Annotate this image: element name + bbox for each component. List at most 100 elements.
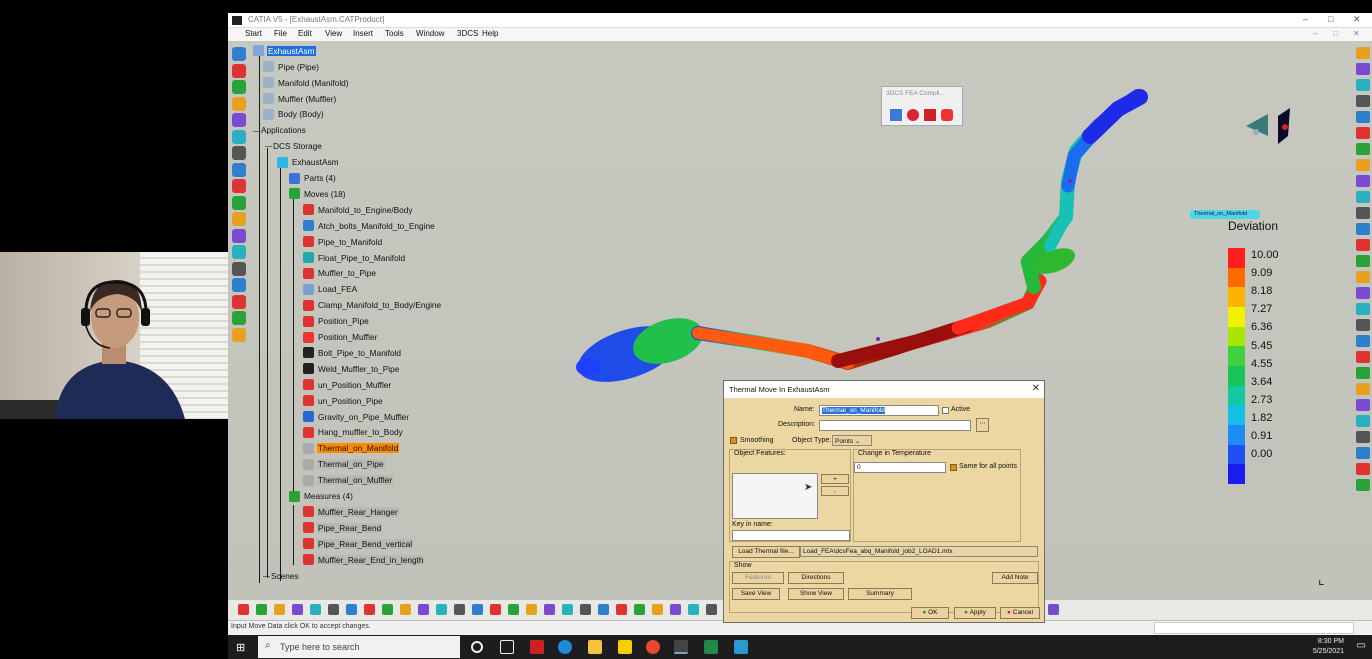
add-note-button[interactable]: Add Note [992,572,1038,584]
right-tool-icon[interactable] [1356,319,1370,331]
right-tool-icon[interactable] [1356,207,1370,219]
name-field[interactable]: Thermal_on_Manifold [819,405,939,416]
bottom-tool-icon[interactable] [472,604,483,615]
edge-icon[interactable] [558,640,572,654]
left-tool-icon[interactable] [232,113,246,127]
bottom-tool-icon[interactable] [652,604,663,615]
doc-restore-button[interactable]: □ [1333,29,1338,38]
right-tool-icon[interactable] [1356,383,1370,395]
left-tool-icon[interactable] [232,96,246,111]
tree-move[interactable]: Bolt_Pipe_to_Manifold [303,347,402,360]
left-tool-icon[interactable] [232,245,246,259]
bottom-tool-icon[interactable] [490,604,501,615]
windows-start-icon[interactable]: ⊞ [236,641,245,654]
bottom-tool-icon[interactable] [238,604,249,615]
tree-dcs-storage[interactable]: —DCS Storage [265,140,323,153]
left-tool-icon[interactable] [232,162,246,177]
right-tool-icon[interactable] [1356,335,1370,347]
bottom-tool-icon[interactable] [274,604,285,615]
right-tool-icon[interactable] [1356,223,1370,235]
bottom-tool-icon[interactable] [526,604,537,615]
left-tool-icon[interactable] [232,146,246,160]
tree-part[interactable]: Muffler (Muffler) [263,93,337,106]
menu-tools[interactable]: Tools [385,29,404,38]
right-tool-icon[interactable] [1356,351,1370,363]
menu-view[interactable]: View [325,29,342,38]
tree-parts-group[interactable]: Parts (4) [289,172,337,185]
minimize-button[interactable]: – [1303,14,1308,24]
tree-move[interactable]: Hang_muffler_to_Body [303,426,404,440]
tree-measure[interactable]: Muffler_Rear_Hanger [303,506,399,519]
temperature-field[interactable]: 0 [854,462,946,473]
right-tool-icon[interactable] [1356,303,1370,315]
tree-move[interactable]: Weld_Muffler_to_Pipe [303,363,400,376]
left-tool-icon[interactable] [232,179,246,193]
object-type-select[interactable]: Points ⌄ [832,435,872,446]
maximize-button[interactable]: □ [1328,14,1333,24]
bottom-tool-icon[interactable] [616,604,627,615]
tree-move[interactable]: Thermal_on_Pipe [303,458,385,471]
compass-icon[interactable] [1238,96,1298,156]
bottom-tool-icon[interactable] [706,604,717,615]
description-browse-button[interactable]: ⋯ [976,418,989,432]
right-tool-icon[interactable] [1356,159,1370,171]
menu-3dcs[interactable]: 3DCS [457,29,478,38]
tree-move[interactable]: Load_FEA [303,283,358,297]
left-tool-icon[interactable] [232,129,246,144]
menu-start[interactable]: Start [245,29,262,38]
bottom-tool-icon[interactable] [634,604,645,615]
tree-part[interactable]: Pipe (Pipe) [263,61,320,74]
tree-scenes[interactable]: —Scenes [263,570,300,583]
add-feature-button[interactable]: + [821,474,849,484]
taskbar-search[interactable]: ⌕ Type here to search [258,636,460,658]
tree-move[interactable]: Atch_bolts_Manifold_to_Engine [303,220,436,233]
bottom-tool-icon[interactable] [436,604,447,615]
tree-measure[interactable]: Pipe_Rear_Bend [303,522,383,535]
bottom-tool-icon[interactable] [256,604,267,615]
tree-part[interactable]: Manifold (Manifold) [263,77,350,90]
menu-help[interactable]: Help [482,29,498,38]
bottom-tool-icon[interactable] [454,604,465,615]
cortana-icon[interactable] [471,641,483,653]
bottom-tool-icon[interactable] [544,604,555,615]
left-tool-icon[interactable] [232,261,246,276]
catia-taskbar-icon[interactable] [674,640,688,654]
sticky-notes-icon[interactable] [618,640,632,654]
doc-close-button[interactable]: ✕ [1353,29,1360,38]
left-tool-icon[interactable] [232,228,246,243]
left-tool-icon[interactable] [232,47,246,61]
bottom-tool-icon[interactable] [580,604,591,615]
right-tool-icon[interactable] [1356,143,1370,155]
fea-thermal-icon[interactable] [941,109,953,121]
load-thermal-file-button[interactable]: Load Thermal file... [732,546,800,558]
menu-edit[interactable]: Edit [298,29,312,38]
tree-move[interactable]: Thermal_on_Muffler [303,474,394,487]
tree-part[interactable]: Body (Body) [263,108,325,122]
right-tool-icon[interactable] [1356,367,1370,379]
tree-move[interactable]: Pipe_to_Manifold [303,236,383,249]
right-tool-icon[interactable] [1356,127,1370,139]
active-checkbox[interactable] [942,407,949,414]
right-tool-icon[interactable] [1356,191,1370,203]
tree-move[interactable]: Position_Pipe [303,315,370,328]
left-tool-icon[interactable] [232,80,246,94]
ok-button[interactable]: ● OK [911,607,949,619]
tree-moves-group[interactable]: Moves (18) [289,188,347,201]
right-tool-icon[interactable] [1356,415,1370,427]
left-tool-icon[interactable] [232,327,246,342]
bottom-tool-icon[interactable] [508,604,519,615]
bottom-tool-icon[interactable] [364,604,375,615]
left-tool-icon[interactable] [232,195,246,210]
right-tool-icon[interactable] [1356,271,1370,283]
thermal-file-path[interactable]: Load_FEA\dcsFea_abq_Manifold_job2_LOAD1.… [800,546,1038,557]
tree-move[interactable]: Float_Pipe_to_Manifold [303,252,406,265]
close-button[interactable]: ✕ [1353,14,1361,25]
tree-move[interactable]: Manifold_to_Engine/Body [303,204,414,217]
right-tool-icon[interactable] [1356,399,1370,411]
bottom-tool-icon[interactable] [418,604,429,615]
task-view-icon[interactable] [500,640,514,654]
right-tool-icon[interactable] [1356,239,1370,251]
bottom-tool-icon[interactable] [346,604,357,615]
remove-feature-button[interactable]: - [821,486,849,496]
notification-icon[interactable]: ▭ [1357,640,1366,651]
